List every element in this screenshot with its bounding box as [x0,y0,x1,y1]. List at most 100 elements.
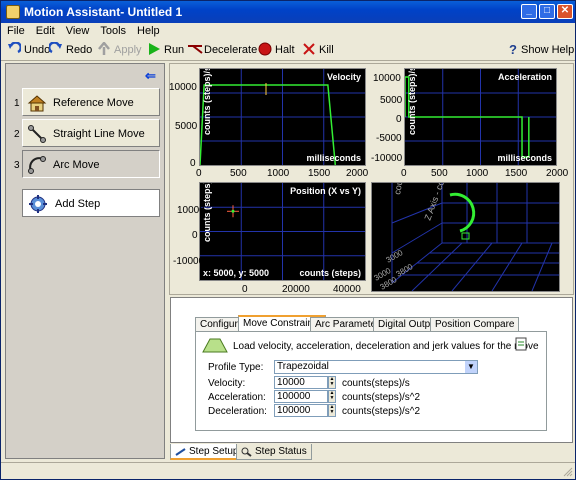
tick-label: 1500 [308,168,331,179]
decelerate-button[interactable]: Decelerate [187,42,257,58]
position-plot[interactable]: Position (X vs Y) counts (steps) x: 5000, … [199,180,366,281]
tick-label: 1000 [466,168,489,179]
tick-label: 2000 [346,168,369,179]
3d-view-canvas: Z Axis - counts (s counts (s 3000 3800 3… [373,153,559,292]
kill-icon [302,42,316,56]
toolbar: Undo Redo Apply Run Decelerate Halt Kill… [1,39,575,61]
decelerate-icon [187,42,203,56]
menu-bar: File Edit View Tools Help [1,23,575,39]
arc-move-icon [27,155,47,175]
tick-label: 20000 [282,284,310,295]
tab-step-status[interactable]: Step Status [236,444,312,460]
tick-label: 5000 [175,121,198,132]
tick-label: 500 [230,168,247,179]
chart-label: Velocity [327,72,361,82]
data-point [231,209,235,213]
3d-axis-label: Z Axis - counts (s [422,183,455,222]
chart-label: counts (steps)/s [202,69,212,135]
3d-view-plot[interactable]: Z Axis - counts (s counts (s 3000 3800 3… [371,153,560,292]
chart-label: milliseconds [497,153,552,163]
undo-button[interactable]: Undo [7,41,50,58]
acceleration-unit: counts(steps)/s^2 [342,392,421,403]
tick-label: 0 [396,114,402,125]
apply-button[interactable]: Apply [97,41,142,58]
move-constraints-panel: Load velocity, acceleration, deceleratio… [195,331,547,431]
apply-icon [97,41,111,56]
tab-position-compare[interactable]: Position Compare [430,317,520,331]
show-help-button[interactable]: ? Show Help [508,42,574,58]
tick-label: 10000 [373,73,401,84]
velocity-spinner[interactable]: ▲ ▼ [328,376,336,389]
redo-button[interactable]: Redo [48,41,92,58]
deceleration-spinner[interactable]: ▲ ▼ [328,404,336,417]
tick-label: 1000 [267,168,290,179]
chart-label: counts (steps) [299,268,361,278]
tick-label: 2000 [546,168,569,179]
tick-label: 0 [401,168,407,179]
resize-grip-icon[interactable] [563,467,573,477]
menu-tools[interactable]: Tools [94,23,131,37]
close-button[interactable]: ✕ [557,4,573,19]
status-bar [1,462,575,479]
profile-type-select[interactable]: Trapezoidal ▼ [274,360,478,374]
tick-label: 0 [196,168,202,179]
step-straight-line-move[interactable]: Straight Line Move [22,119,160,147]
halt-button[interactable]: Halt [258,42,295,58]
home-icon [27,93,47,113]
kill-button[interactable]: Kill [302,42,334,58]
run-button[interactable]: Run [147,42,184,58]
tick-label: 1500 [505,168,528,179]
load-values-icon[interactable] [514,337,528,351]
3d-tick-label: 3000 [385,248,405,265]
trapezoid-profile-icon [202,337,228,353]
tick-label: 40000 [333,284,361,295]
step-label: Arc Move [53,159,100,171]
menu-file[interactable]: File [1,23,30,37]
stop-icon [258,42,272,56]
redo-icon [48,41,63,56]
step-reference-move[interactable]: Reference Move [22,88,160,116]
menu-edit[interactable]: Edit [30,23,60,37]
add-step-label: Add Step [55,198,101,210]
velocity-label: Velocity: [208,378,246,389]
tick-label: -10000 [173,256,205,267]
acceleration-spinner[interactable]: ▲ ▼ [328,390,336,403]
chart-label: milliseconds [306,153,361,163]
tick-label: -10000 [371,153,403,164]
play-icon [147,42,161,56]
series-line [404,76,530,158]
help-icon: ? [508,42,518,57]
profile-type-label: Profile Type: [208,362,264,373]
acceleration-field[interactable]: 100000 [274,390,328,403]
step-label: Straight Line Move [53,128,145,140]
menu-view[interactable]: View [60,23,95,37]
3d-axis-label: counts (s [392,183,408,195]
acceleration-plot[interactable]: Acceleration milliseconds counts (steps)/s… [404,56,557,166]
tab-step-setup[interactable]: Step Setup [170,444,244,460]
step-arc-move[interactable]: Arc Move [22,150,160,178]
minimize-button[interactable]: _ [521,4,537,19]
svg-text:?: ? [509,42,517,56]
3d-tick-label: 3800 [395,262,415,279]
menu-help[interactable]: Help [131,23,165,37]
step-setup-icon [175,447,186,457]
velocity-plot[interactable]: Velocity milliseconds counts (steps)/s [199,66,366,166]
step-number: 1 [14,98,20,109]
tick-label: 5000 [380,95,403,106]
maximize-button[interactable]: □ [539,4,555,19]
step-list-panel: ⇐ 1 Reference Move 2 Straight Line Move … [5,63,165,459]
tick-label: 10000 [169,82,197,93]
tick-label: 500 [431,168,448,179]
panel-description: Load velocity, acceleration, deceleratio… [233,341,539,352]
tick-label: 10000 [177,205,205,216]
collapse-arrow-icon[interactable]: ⇐ [145,68,156,84]
deceleration-field[interactable]: 100000 [274,404,328,417]
line-move-icon [27,124,47,144]
step-number: 3 [14,160,20,171]
velocity-field[interactable]: 10000 [274,376,328,389]
tick-label: 0 [192,230,198,241]
deceleration-unit: counts(steps)/s^2 [342,406,421,417]
acceleration-label: Acceleration: [208,392,266,403]
magnifier-icon [241,447,252,457]
add-step-button[interactable]: Add Step [22,189,160,217]
